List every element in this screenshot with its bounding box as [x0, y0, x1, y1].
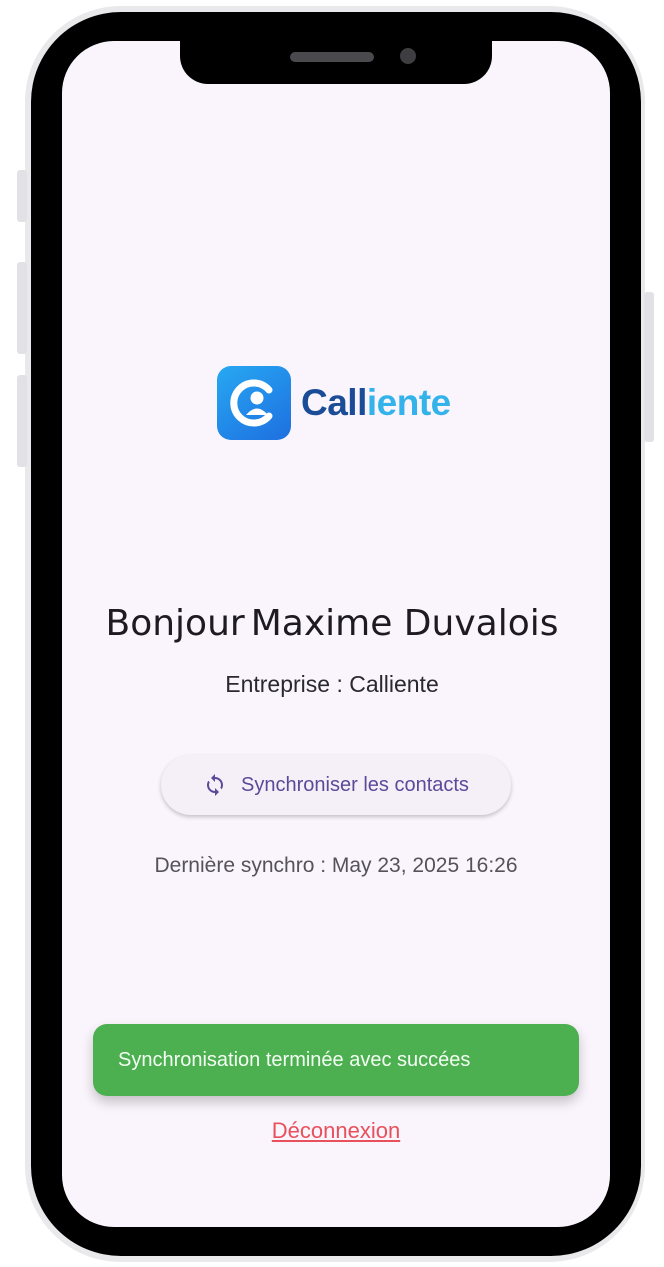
- brand-name-part2: iente: [366, 382, 451, 423]
- phone-side-button: [17, 170, 27, 222]
- phone-speaker: [290, 52, 374, 62]
- brand-name-part1: Call: [301, 382, 367, 423]
- phone-power-button: [644, 292, 654, 442]
- calliente-logo-icon: [217, 366, 291, 440]
- sync-icon: [207, 774, 224, 796]
- greeting-hello: Bonjour: [105, 603, 245, 644]
- snackbar-message: Synchronisation terminée avec succées: [118, 1048, 471, 1071]
- greeting: Bonjour Maxime Duvalois: [0, 603, 664, 644]
- sync-contacts-button[interactable]: Synchroniser les contacts: [161, 755, 511, 815]
- success-snackbar: Synchronisation terminée avec succées: [93, 1024, 579, 1096]
- user-name: Maxime Duvalois: [250, 603, 559, 644]
- phone-camera: [400, 48, 416, 64]
- sync-contacts-label: Synchroniser les contacts: [241, 773, 469, 796]
- brand-logo: Calliente: [217, 366, 467, 440]
- phone-notch: [180, 41, 492, 84]
- brand-name: Calliente: [301, 382, 451, 424]
- phone-volume-up-button: [17, 262, 27, 354]
- last-sync-text: Dernière synchro : May 23, 2025 16:26: [154, 854, 518, 877]
- phone-volume-down-button: [17, 375, 27, 467]
- company-label: Entreprise : Calliente: [225, 671, 439, 697]
- logout-link[interactable]: Déconnexion: [0, 1118, 664, 1144]
